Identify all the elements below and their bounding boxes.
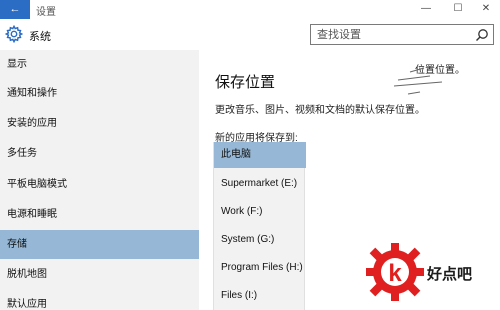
close-button[interactable]: ✕ xyxy=(471,1,500,17)
dropdown-option-program-files[interactable]: Program Files (H:) xyxy=(214,255,306,281)
sidebar-item-multitasking[interactable]: 多任务 xyxy=(0,139,199,168)
save-location-dropdown[interactable]: 此电脑 Supermarket (E:) Work (F:) System (G… xyxy=(213,142,306,310)
dropdown-option-supermarket[interactable]: Supermarket (E:) xyxy=(214,171,306,197)
dropdown-option-system[interactable]: System (G:) xyxy=(214,227,306,253)
sidebar-item-storage[interactable]: 存储 xyxy=(0,230,199,259)
page-title: 保存位置 xyxy=(215,74,276,91)
sidebar-item-notifications[interactable]: 通知和操作 xyxy=(0,79,199,108)
sidebar-item-power-sleep[interactable]: 电源和睡眠 xyxy=(0,200,199,229)
watermark-logo: k xyxy=(366,243,424,301)
back-button[interactable]: ← xyxy=(0,0,30,19)
watermark-text: 好点吧 xyxy=(427,266,473,283)
back-arrow-icon: ← xyxy=(9,3,21,15)
gear-icon xyxy=(5,25,23,43)
dropdown-option-files[interactable]: Files (I:) xyxy=(214,283,306,309)
sidebar-item-tablet-mode[interactable]: 平板电脑模式 xyxy=(0,170,199,199)
dropdown-option-work[interactable]: Work (F:) xyxy=(214,199,306,225)
page-category-title: 系统 xyxy=(29,31,51,43)
sidebar-item-offline-maps[interactable]: 脱机地图 xyxy=(0,260,199,289)
sidebar-item-installed-apps[interactable]: 安装的应用 xyxy=(0,109,199,138)
sidebar-item-display[interactable]: 显示 xyxy=(0,50,199,79)
dropdown-option-this-pc[interactable]: 此电脑 xyxy=(214,142,306,168)
sidebar-item-default-apps[interactable]: 默认应用 xyxy=(0,290,199,310)
sidebar: 显示 通知和操作 安装的应用 多任务 平板电脑模式 电源和睡眠 存储 脱机地图 … xyxy=(0,50,199,310)
scribble-mark xyxy=(393,67,443,95)
maximize-button[interactable]: ☐ xyxy=(443,1,473,17)
title-bar: ← 设置 — ☐ ✕ xyxy=(0,0,500,19)
search-input[interactable] xyxy=(311,25,471,44)
window-title: 设置 xyxy=(36,7,56,18)
minimize-button[interactable]: — xyxy=(411,1,441,17)
search-icon[interactable] xyxy=(475,28,489,42)
watermark-logo-letter: k xyxy=(388,260,402,287)
search-box[interactable] xyxy=(310,24,494,45)
